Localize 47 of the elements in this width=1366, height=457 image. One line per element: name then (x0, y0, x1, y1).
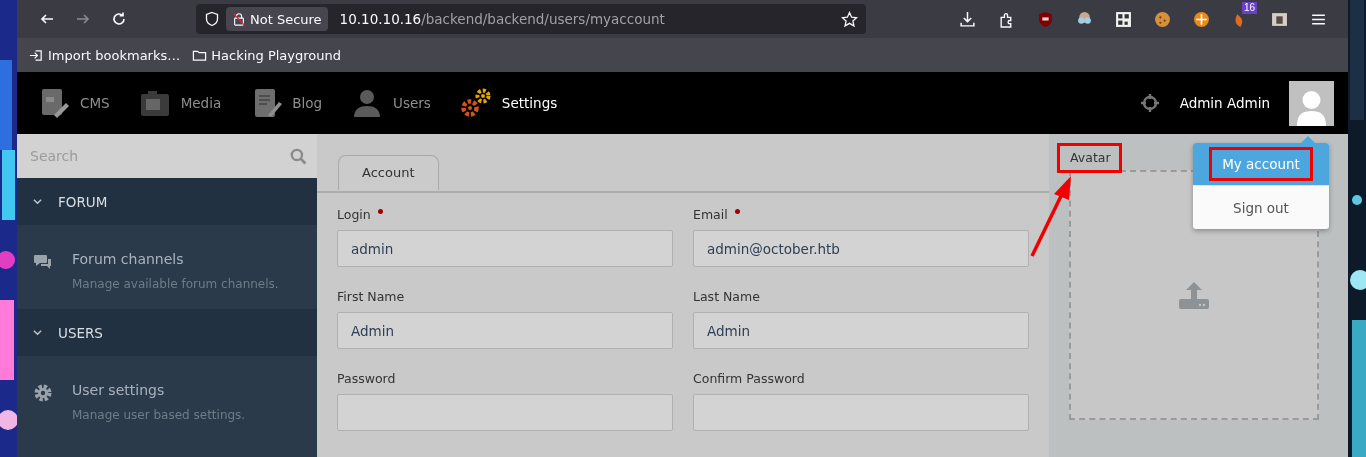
url-text: 10.10.10.16/backend/backend/users/myaccount (339, 11, 665, 27)
crosshair-icon[interactable] (1139, 93, 1160, 113)
input-field[interactable]: admin@october.htb (693, 230, 1029, 267)
section-header[interactable]: USERS (17, 309, 317, 356)
avatar-label: Avatar (1057, 143, 1122, 173)
input-field[interactable] (693, 394, 1029, 431)
input-field[interactable] (337, 394, 673, 431)
star-icon[interactable] (841, 10, 858, 28)
security-indicator[interactable]: Not Secure (226, 7, 328, 31)
user-name[interactable]: Admin Admin (1179, 95, 1270, 111)
field-label: First Name (337, 289, 405, 304)
qr-code-icon[interactable] (1115, 10, 1132, 28)
cookie-icon[interactable] (1154, 10, 1171, 28)
disc-icon[interactable] (1193, 10, 1210, 28)
input-field[interactable]: Admin (337, 312, 673, 349)
upload-icon (1178, 279, 1210, 311)
sidebar-description: Manage available forum channels. (72, 277, 279, 291)
address-bar[interactable]: Not Secure 10.10.10.16/backend/backend/users/myaccount (196, 4, 866, 34)
shield-icon (204, 11, 220, 27)
nav-item[interactable]: Media (138, 87, 222, 119)
field-label: Confirm Password (693, 371, 805, 386)
nav-item[interactable]: Settings (459, 87, 558, 119)
gear-icon (33, 383, 53, 403)
shield-icon[interactable] (1037, 10, 1054, 28)
field-label: Email (693, 207, 728, 222)
section-header[interactable]: FORUM (17, 178, 317, 225)
input-field[interactable]: admin (337, 230, 673, 267)
import-icon (29, 47, 44, 63)
nav-item[interactable]: Blog (250, 87, 323, 119)
field-label: Last Name (693, 289, 760, 304)
nav-item[interactable]: Users (351, 87, 431, 119)
field-label: Login (337, 207, 371, 222)
menu-item[interactable]: Sign out (1193, 186, 1329, 229)
input-field[interactable]: Admin (693, 312, 1029, 349)
badge: 16 (1242, 2, 1258, 14)
bookmark[interactable]: Import bookmarks… (48, 47, 181, 63)
bookmark[interactable]: Hacking Playground (211, 47, 341, 63)
nav-item[interactable]: CMS (38, 87, 110, 119)
sidebar-link[interactable]: Forum channels (72, 251, 279, 267)
field-label: Password (337, 371, 396, 386)
gears-icon (459, 87, 492, 119)
frame-icon[interactable] (1271, 10, 1288, 28)
reload-icon[interactable] (111, 11, 127, 27)
sidebar-description: Manage user based settings. (72, 408, 246, 422)
tab[interactable]: Account (338, 155, 439, 191)
download-icon[interactable] (959, 10, 976, 28)
sidebar-link[interactable]: User settings (72, 382, 246, 398)
